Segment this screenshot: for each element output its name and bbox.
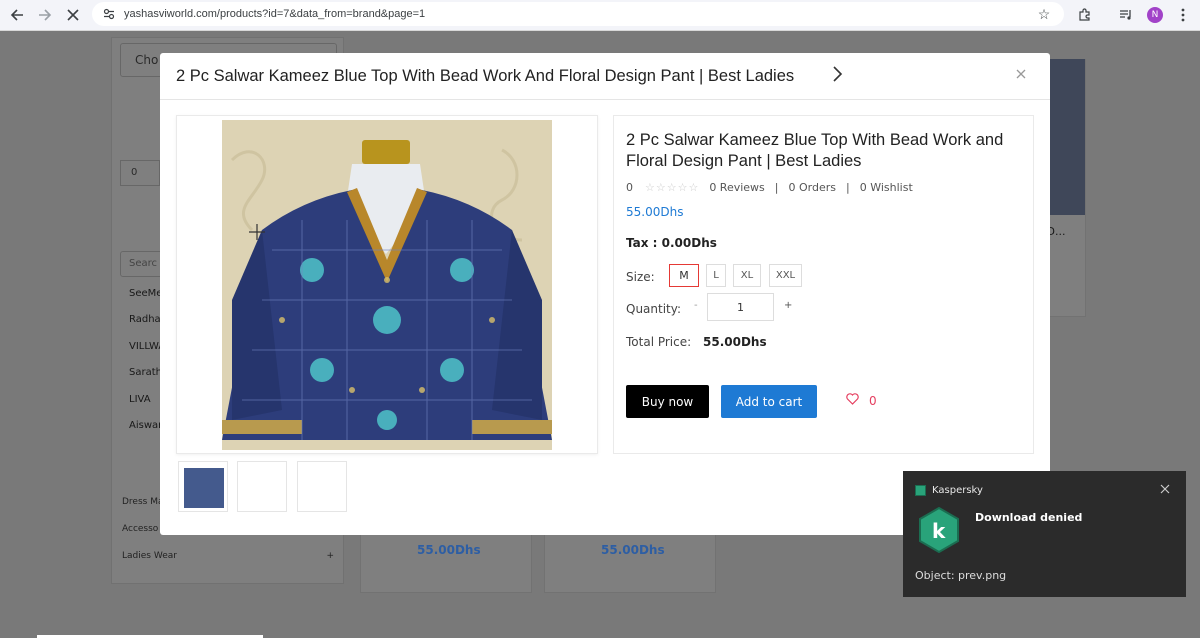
quantity-input[interactable]: 1 [707, 293, 774, 321]
wishlist-button[interactable]: 0 [846, 393, 877, 408]
product-price: 55.00Dhs [417, 543, 481, 557]
bookmark-star-icon[interactable]: ☆ [1034, 6, 1054, 23]
wishlist-count-value: 0 [869, 393, 877, 408]
notification-object: Object: prev.png [915, 569, 1007, 582]
forward-arrow-icon[interactable] [31, 3, 59, 27]
rating-row: 0 ☆☆☆☆☆ 0 Reviews | 0 Orders | 0 Wishlis… [626, 181, 913, 194]
thumbnail-2[interactable] [237, 461, 287, 512]
stop-loading-icon[interactable] [59, 3, 87, 27]
url-text: yashasviworld.com/products?id=7&data_fro… [124, 8, 426, 20]
size-option-m[interactable]: M [669, 264, 699, 287]
quantity-label: Quantity: [626, 302, 682, 316]
total-price-label: Total Price: [626, 335, 692, 349]
tax-value: 0.00Dhs [661, 236, 717, 250]
media-controls-icon[interactable] [1115, 4, 1137, 26]
product-name: 2 Pc Salwar Kameez Blue Top With Bead Wo… [626, 131, 1004, 170]
browser-menu-icon[interactable] [1172, 4, 1194, 26]
rating-value: 0 [626, 181, 633, 194]
total-price-value: 55.00Dhs [703, 335, 767, 349]
kaspersky-app-icon [915, 485, 926, 496]
reviews-count[interactable]: 0 Reviews [709, 181, 764, 194]
buy-now-button[interactable]: Buy now [626, 385, 709, 418]
profile-avatar[interactable]: N [1144, 4, 1166, 26]
extensions-icon[interactable] [1074, 4, 1096, 26]
kaspersky-logo-icon: k [918, 506, 960, 557]
thumbnail-1[interactable] [178, 461, 228, 512]
notification-app: Kaspersky [915, 485, 983, 496]
star-rating-icon: ☆☆☆☆☆ [645, 181, 700, 194]
add-to-cart-button[interactable]: Add to cart [721, 385, 817, 418]
quantity-decrease-button[interactable]: - [694, 300, 698, 311]
tax-row: Tax : 0.00Dhs [626, 236, 717, 250]
chevron-right-icon[interactable] [832, 65, 844, 88]
size-label: Size: [626, 270, 655, 284]
address-bar[interactable]: yashasviworld.com/products?id=7&data_fro… [92, 2, 1064, 26]
divider: | [846, 181, 850, 194]
kaspersky-notification[interactable]: Kaspersky k Download denied Object: prev… [903, 471, 1186, 597]
browser-toolbar: yashasviworld.com/products?id=7&data_fro… [0, 0, 1200, 31]
tax-label: Tax : [626, 236, 658, 250]
modal-title[interactable]: 2 Pc Salwar Kameez Blue Top With Bead Wo… [176, 67, 794, 86]
product-image-panel [176, 115, 598, 454]
orders-count: 0 Orders [788, 181, 837, 194]
thumbnail-3[interactable] [297, 461, 347, 512]
divider: | [774, 181, 779, 194]
product-price: 55.00Dhs [601, 543, 665, 557]
product-details-panel: 2 Pc Salwar Kameez Blue Top With Bead Wo… [613, 115, 1034, 454]
svg-text:k: k [932, 519, 946, 543]
size-option-l[interactable]: L [706, 264, 726, 287]
size-option-xxl[interactable]: XXL [769, 264, 802, 287]
profile-initial: N [1147, 7, 1163, 23]
notification-title: Download denied [975, 511, 1083, 524]
wishlist-count: 0 Wishlist [859, 181, 913, 194]
product-price: 55.00Dhs [626, 205, 684, 219]
size-option-xl[interactable]: XL [733, 264, 761, 287]
app-name: Kaspersky [932, 485, 983, 496]
product-main-image[interactable] [222, 120, 552, 450]
product-quick-view-modal: 2 Pc Salwar Kameez Blue Top With Bead Wo… [160, 53, 1050, 535]
close-icon[interactable] [1015, 65, 1027, 84]
site-settings-icon[interactable] [102, 7, 116, 21]
close-icon[interactable] [1160, 483, 1170, 498]
quantity-increase-button[interactable]: + [784, 300, 792, 311]
heart-icon [846, 393, 859, 408]
back-arrow-icon[interactable] [3, 3, 31, 27]
thumbnail-image [184, 468, 224, 508]
modal-header: 2 Pc Salwar Kameez Blue Top With Bead Wo… [160, 53, 1050, 100]
